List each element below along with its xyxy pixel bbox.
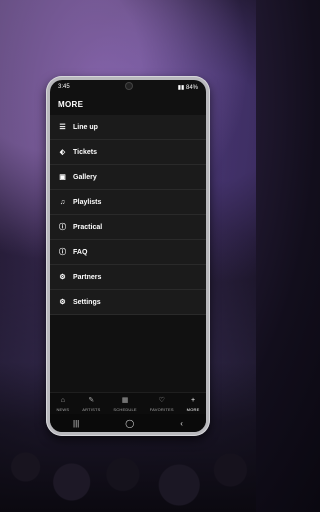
- status-time: 3:45: [58, 84, 70, 90]
- menu-item-label: FAQ: [73, 248, 88, 256]
- info-icon: ⓘ: [59, 224, 66, 231]
- menu-item-label: Partners: [73, 273, 102, 281]
- status-right: ▮▮ 84%: [178, 84, 198, 91]
- gear-icon: ⚙: [59, 299, 66, 306]
- nav-more[interactable]: + MORE: [187, 397, 200, 412]
- phone-frame: 3:45 ▮▮ 84% MORE ☰ Line up ⬖ Tickets ▣ G…: [46, 76, 210, 436]
- home-button-icon[interactable]: ◯: [125, 419, 134, 428]
- heart-icon: ♡: [158, 396, 165, 404]
- back-icon[interactable]: ‹: [180, 419, 183, 428]
- menu-item-label: Settings: [73, 298, 101, 306]
- menu-item-label: Practical: [73, 223, 103, 231]
- menu-item-label: Playlists: [73, 198, 102, 206]
- menu-item-tickets[interactable]: ⬖ Tickets: [50, 140, 206, 165]
- nav-schedule[interactable]: ▦ SCHEDULE: [113, 397, 136, 412]
- menu-item-label: Tickets: [73, 148, 97, 156]
- menu-item-gallery[interactable]: ▣ Gallery: [50, 165, 206, 190]
- ticket-icon: ⬖: [59, 149, 66, 156]
- more-menu: ☰ Line up ⬖ Tickets ▣ Gallery ♫ Playlist…: [50, 115, 206, 315]
- nav-label: SCHEDULE: [113, 406, 137, 412]
- phone-screen: 3:45 ▮▮ 84% MORE ☰ Line up ⬖ Tickets ▣ G…: [50, 80, 206, 432]
- nav-label: NEWS: [56, 406, 70, 412]
- menu-item-label: Line up: [73, 123, 98, 131]
- info-icon: ⓘ: [59, 249, 66, 256]
- menu-item-faq[interactable]: ⓘ FAQ: [50, 240, 206, 265]
- nav-artists[interactable]: ✎ ARTISTS: [82, 397, 100, 412]
- image-icon: ▣: [59, 174, 66, 181]
- nav-label: FAVORITES: [149, 406, 174, 412]
- menu-item-practical[interactable]: ⓘ Practical: [50, 215, 206, 240]
- plus-icon: +: [191, 396, 196, 404]
- signal-icon: ▮▮: [177, 84, 185, 91]
- pencil-icon: ✎: [88, 396, 95, 404]
- nav-favorites[interactable]: ♡ FAVORITES: [150, 397, 174, 412]
- battery-text: 84%: [185, 84, 198, 91]
- grid-icon: ▦: [121, 396, 129, 404]
- menu-item-playlists[interactable]: ♫ Playlists: [50, 190, 206, 215]
- music-note-icon: ♫: [59, 198, 66, 206]
- list-icon: ☰: [59, 124, 66, 131]
- nav-news[interactable]: ⌂ NEWS: [56, 397, 69, 412]
- empty-area: [50, 317, 206, 392]
- system-nav-bar: ||| ◯ ‹: [50, 414, 206, 432]
- gear-icon: ⚙: [59, 274, 66, 281]
- menu-item-partners[interactable]: ⚙ Partners: [50, 265, 206, 290]
- front-camera: [126, 83, 132, 89]
- recent-apps-icon[interactable]: |||: [73, 419, 79, 428]
- menu-item-label: Gallery: [73, 173, 97, 181]
- nav-label: ARTISTS: [82, 406, 101, 412]
- bottom-nav: ⌂ NEWS ✎ ARTISTS ▦ SCHEDULE ♡ FAVORITES …: [50, 392, 206, 415]
- menu-item-lineup[interactable]: ☰ Line up: [50, 115, 206, 140]
- menu-item-settings[interactable]: ⚙ Settings: [50, 290, 206, 315]
- home-icon: ⌂: [60, 396, 65, 404]
- nav-label: MORE: [186, 406, 200, 412]
- page-title: MORE: [58, 100, 84, 109]
